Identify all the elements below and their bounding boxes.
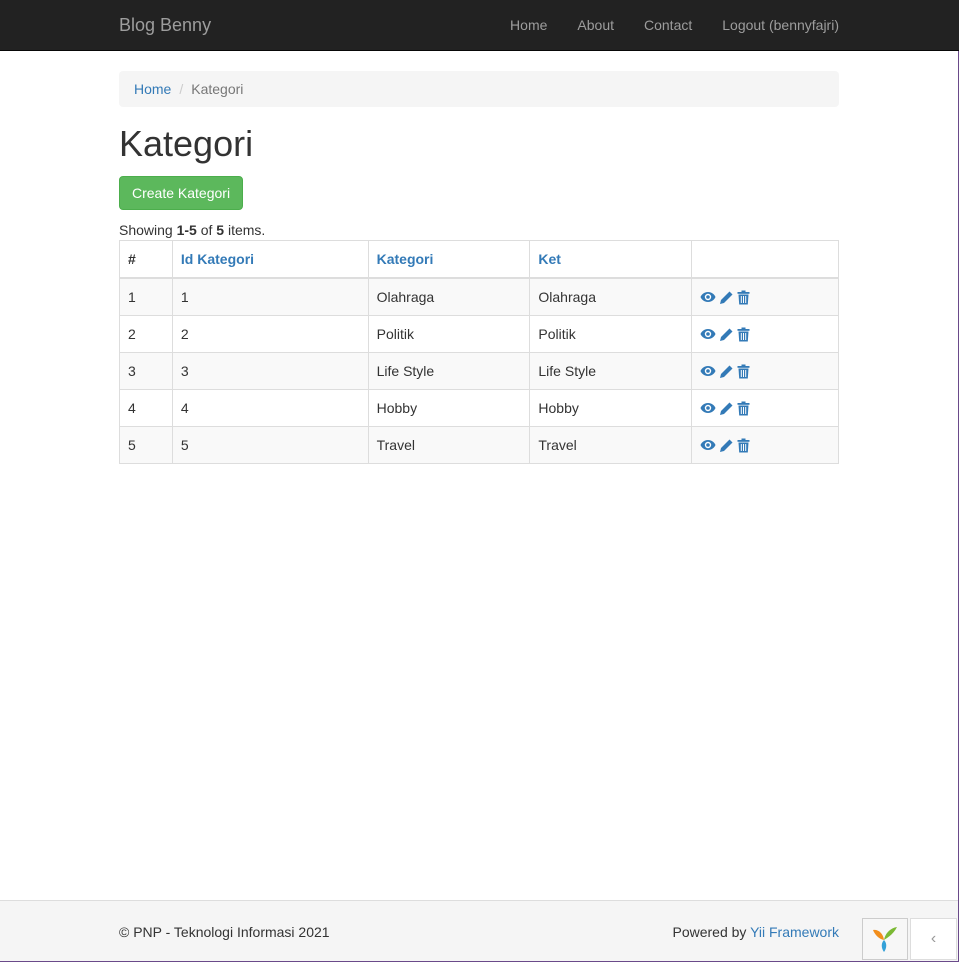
nav-logout-link[interactable]: Logout (bennyfajri): [707, 0, 839, 51]
cell-actions: [691, 315, 839, 353]
breadcrumb-separator: /: [179, 81, 184, 97]
column-header-ket: Ket: [529, 240, 693, 279]
row-actions: [700, 364, 830, 379]
nav-menu: Home About Contact Logout (bennyfajri): [495, 0, 839, 51]
column-header-actions: [691, 240, 839, 279]
trash-icon[interactable]: [737, 401, 750, 416]
cell-id-kategori: 1: [171, 277, 369, 316]
trash-icon[interactable]: [737, 327, 750, 342]
cell-id-kategori: 5: [171, 426, 369, 464]
top-navbar: Blog Benny Home About Contact Logout (be…: [0, 0, 959, 51]
yii-logo-icon: [873, 927, 897, 952]
sort-ket-link[interactable]: Ket: [538, 251, 561, 267]
debug-toolbar-logo-button[interactable]: [862, 918, 908, 960]
pencil-icon[interactable]: [719, 364, 734, 379]
pencil-icon[interactable]: [719, 290, 734, 305]
breadcrumb-current: Kategori: [191, 81, 244, 97]
summary-prefix: Showing: [119, 222, 177, 238]
trash-icon[interactable]: [737, 364, 750, 379]
trash-icon[interactable]: [737, 290, 750, 305]
cell-number: 1: [119, 277, 173, 316]
cell-id-kategori: 3: [171, 352, 369, 390]
eye-icon[interactable]: [700, 402, 716, 414]
pencil-icon[interactable]: [719, 438, 734, 453]
column-header-kategori: Kategori: [367, 240, 531, 279]
create-kategori-button[interactable]: Create Kategori: [119, 176, 244, 210]
cell-number: 5: [119, 426, 173, 464]
summary-total: 5: [216, 222, 225, 238]
cell-ket: Hobby: [529, 389, 693, 427]
cell-kategori: Politik: [367, 315, 531, 353]
cell-number: 2: [119, 315, 173, 353]
table-row: 3 3 Life Style Life Style: [119, 352, 839, 390]
row-actions: [700, 327, 830, 342]
column-header-id: Id Kategori: [171, 240, 369, 279]
cell-number: 3: [119, 352, 173, 390]
cell-ket: Politik: [529, 315, 693, 353]
summary-suffix: items.: [224, 222, 266, 238]
cell-ket: Travel: [529, 426, 693, 464]
cell-actions: [691, 389, 839, 427]
sort-id-kategori-link[interactable]: Id Kategori: [181, 251, 254, 267]
table-row: 4 4 Hobby Hobby: [119, 389, 839, 427]
table-header-row: # Id Kategori Kategori Ket: [119, 240, 839, 279]
trash-icon[interactable]: [737, 438, 750, 453]
cell-ket: Olahraga: [529, 277, 693, 316]
chevron-left-icon: ‹: [930, 930, 937, 947]
pencil-icon[interactable]: [719, 327, 734, 342]
nav-contact-link[interactable]: Contact: [629, 0, 707, 51]
table-row: 1 1 Olahraga Olahraga: [119, 277, 839, 316]
footer-powered-prefix: Powered by: [672, 924, 751, 940]
summary-range: 1-5: [176, 222, 197, 238]
cell-kategori: Life Style: [367, 352, 531, 390]
cell-number: 4: [119, 389, 173, 427]
page-footer: © PNP - Teknologi Informasi 2021 Powered…: [0, 900, 958, 961]
eye-icon[interactable]: [700, 365, 716, 377]
cell-id-kategori: 2: [171, 315, 369, 353]
table-row: 5 5 Travel Travel: [119, 426, 839, 464]
brand-link[interactable]: Blog Benny: [119, 15, 211, 36]
table-body: 1 1 Olahraga Olahraga 2 2 Politik Politik 3 3 Life…: [119, 277, 839, 464]
debug-toolbar-toggle-button[interactable]: ‹: [910, 918, 957, 960]
breadcrumb-home-link[interactable]: Home: [134, 81, 171, 97]
pencil-icon[interactable]: [719, 401, 734, 416]
eye-icon[interactable]: [700, 439, 716, 451]
row-actions: [700, 401, 830, 416]
cell-actions: [691, 352, 839, 390]
cell-actions: [691, 426, 839, 464]
kategori-table: # Id Kategori Kategori Ket 1 1 Olahraga Ola…: [119, 240, 839, 464]
cell-id-kategori: 4: [171, 389, 369, 427]
row-actions: [700, 438, 830, 453]
cell-kategori: Hobby: [367, 389, 531, 427]
sort-kategori-link[interactable]: Kategori: [377, 251, 434, 267]
table-row: 2 2 Politik Politik: [119, 315, 839, 353]
yii-framework-link[interactable]: Yii Framework: [750, 924, 839, 940]
row-actions: [700, 290, 830, 305]
cell-ket: Life Style: [529, 352, 693, 390]
column-header-number: #: [119, 240, 173, 279]
eye-icon[interactable]: [700, 291, 716, 303]
cell-kategori: Travel: [367, 426, 531, 464]
cell-kategori: Olahraga: [367, 277, 531, 316]
eye-icon[interactable]: [700, 328, 716, 340]
nav-about-link[interactable]: About: [562, 0, 629, 51]
footer-copyright: © PNP - Teknologi Informasi 2021: [119, 924, 330, 940]
nav-home-link[interactable]: Home: [495, 0, 562, 51]
grid-summary: Showing 1-5 of 5 items.: [119, 222, 265, 238]
breadcrumb: Home / Kategori: [119, 71, 839, 107]
cell-actions: [691, 277, 839, 316]
summary-of: of: [196, 222, 217, 238]
page-title: Kategori: [119, 123, 254, 164]
footer-powered: Powered by Yii Framework: [672, 924, 839, 940]
